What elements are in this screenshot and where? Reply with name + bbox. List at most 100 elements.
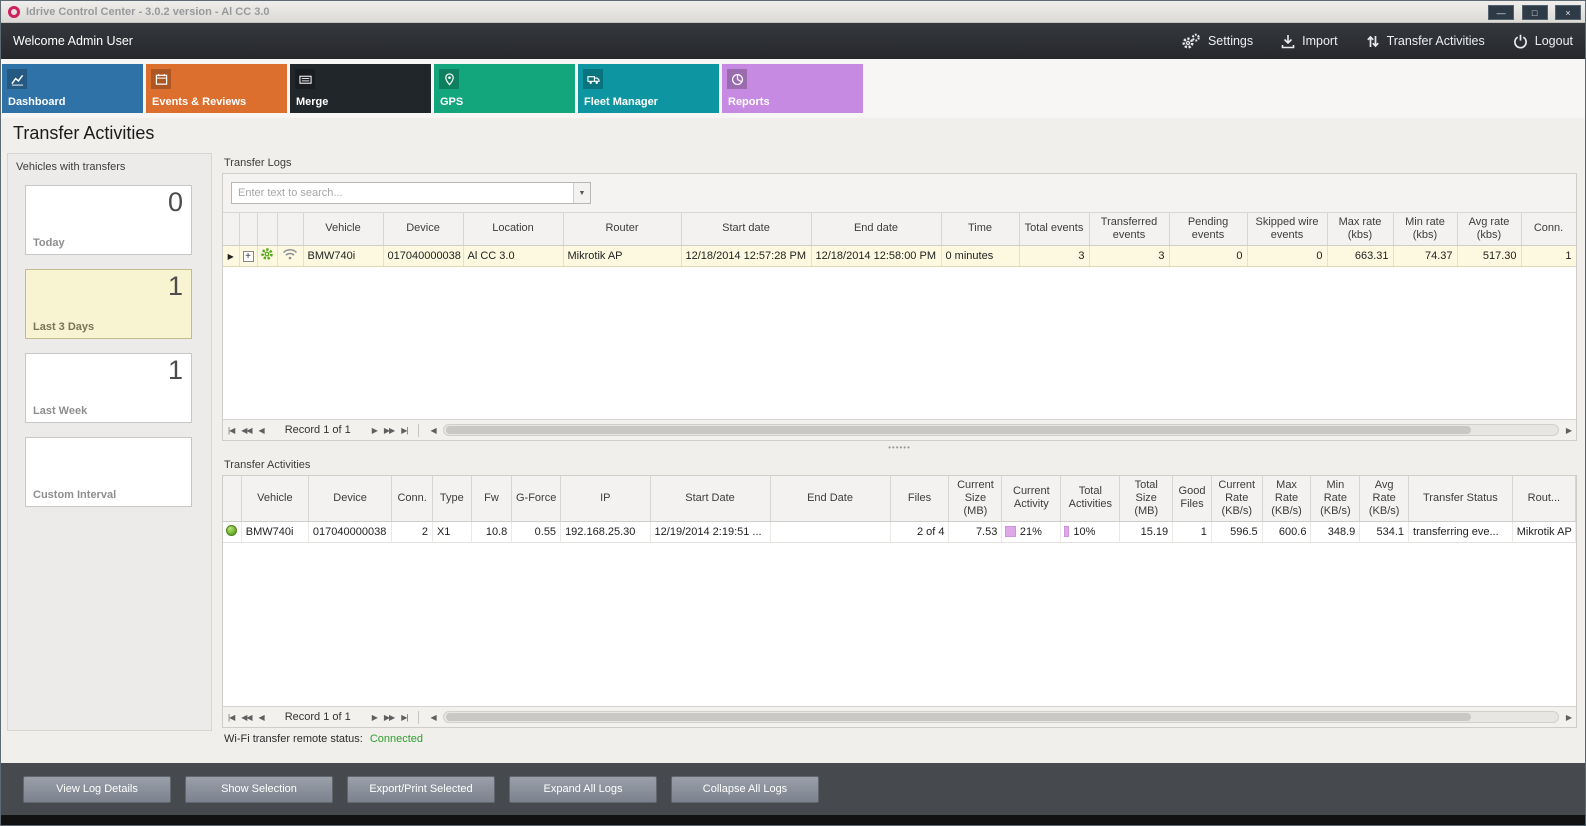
table-cell[interactable]: 600.6 — [1262, 521, 1311, 542]
tab-gps[interactable]: GPS — [434, 64, 575, 113]
scrollbar-thumb[interactable] — [446, 713, 1471, 721]
table-cell[interactable]: 348.9 — [1311, 521, 1360, 542]
horizontal-scrollbar[interactable] — [443, 424, 1559, 436]
table-cell[interactable]: 2 of 4 — [890, 521, 949, 542]
column-header[interactable]: Files — [890, 476, 949, 521]
column-header[interactable] — [223, 476, 241, 521]
table-cell[interactable]: 3 — [1019, 245, 1089, 266]
nav-prev-page-icon[interactable]: ◀◀ — [241, 426, 251, 435]
show-selection-button[interactable]: Show Selection — [185, 776, 333, 803]
collapse-all-logs-button[interactable]: Collapse All Logs — [671, 776, 819, 803]
minimize-button[interactable]: — — [1488, 5, 1514, 20]
column-header[interactable]: Fw — [471, 476, 512, 521]
search-combo[interactable]: ▼ — [231, 182, 591, 204]
maximize-button[interactable]: □ — [1522, 5, 1548, 20]
tab-fleet-manager[interactable]: Fleet Manager — [578, 64, 719, 113]
column-header[interactable]: Good Files — [1173, 476, 1212, 521]
table-cell[interactable]: 0.55 — [512, 521, 561, 542]
table-cell[interactable]: 10% — [1061, 521, 1120, 542]
table-cell[interactable]: 1 — [1173, 521, 1212, 542]
table-cell[interactable]: 192.168.25.30 — [561, 521, 650, 542]
column-header[interactable]: Current Size (MB) — [949, 476, 1002, 521]
column-header[interactable]: End Date — [770, 476, 890, 521]
scrollbar-thumb[interactable] — [446, 426, 1471, 434]
table-cell[interactable]: 0 — [1247, 245, 1327, 266]
import-button[interactable]: Import — [1281, 34, 1337, 49]
scroll-right-icon[interactable]: ▶ — [1566, 426, 1571, 435]
column-header[interactable]: Time — [941, 213, 1019, 245]
nav-next-page-icon[interactable]: ▶▶ — [384, 426, 394, 435]
tab-events-reviews[interactable]: Events & Reviews — [146, 64, 287, 113]
card-custom-interval[interactable]: Custom Interval — [25, 437, 192, 507]
table-cell[interactable]: 0 minutes — [941, 245, 1019, 266]
search-input[interactable] — [232, 183, 573, 203]
column-header[interactable]: Location — [463, 213, 563, 245]
table-cell[interactable]: 663.31 — [1327, 245, 1393, 266]
tab-merge[interactable]: Merge — [290, 64, 431, 113]
column-header[interactable]: Avg rate (kbs) — [1457, 213, 1521, 245]
column-header[interactable]: Pending events — [1169, 213, 1247, 245]
column-header[interactable]: Device — [308, 476, 391, 521]
table-cell[interactable]: transferring eve... — [1409, 521, 1513, 542]
table-cell[interactable] — [770, 521, 890, 542]
table-cell[interactable]: 517.30 — [1457, 245, 1521, 266]
table-row[interactable]: BMW740i0170400000382X110.80.55192.168.25… — [223, 521, 1576, 542]
expand-plus-icon[interactable]: + — [243, 251, 254, 262]
column-header[interactable]: Max rate (kbs) — [1327, 213, 1393, 245]
table-cell[interactable]: 0 — [1169, 245, 1247, 266]
column-header[interactable]: Conn. — [392, 476, 433, 521]
column-header[interactable]: Conn. — [1521, 213, 1576, 245]
table-cell[interactable]: 21% — [1002, 521, 1061, 542]
horizontal-scrollbar[interactable] — [443, 711, 1559, 723]
logout-button[interactable]: Logout — [1513, 34, 1573, 49]
table-cell[interactable]: 1 — [1521, 245, 1576, 266]
column-header[interactable]: Avg Rate (KB/s) — [1360, 476, 1409, 521]
card-today[interactable]: 0 Today — [25, 185, 192, 255]
scroll-right-icon[interactable]: ▶ — [1566, 713, 1571, 722]
nav-first-icon[interactable]: |◀ — [228, 426, 234, 435]
table-cell[interactable]: Al CC 3.0 — [463, 245, 563, 266]
column-header[interactable]: Vehicle — [241, 476, 308, 521]
table-cell[interactable]: 017040000038 — [383, 245, 463, 266]
column-header[interactable]: Current Activity — [1002, 476, 1061, 521]
card-last-3-days[interactable]: 1 Last 3 Days — [25, 269, 192, 339]
column-header[interactable]: Type — [432, 476, 471, 521]
table-cell[interactable]: 596.5 — [1211, 521, 1262, 542]
tab-dashboard[interactable]: Dashboard — [2, 64, 143, 113]
panel-splitter[interactable]: •••••• — [220, 441, 1579, 455]
column-header[interactable]: Transferred events — [1089, 213, 1169, 245]
nav-prev-icon[interactable]: ◀ — [259, 713, 264, 722]
table-cell[interactable]: Mikrotik AP — [1512, 521, 1575, 542]
table-cell[interactable]: 12/19/2014 2:19:51 ... — [650, 521, 770, 542]
table-cell[interactable]: BMW740i — [303, 245, 383, 266]
nav-first-icon[interactable]: |◀ — [228, 713, 234, 722]
table-cell[interactable]: 2 — [392, 521, 433, 542]
close-button[interactable]: × — [1555, 5, 1581, 20]
column-header[interactable] — [223, 213, 239, 245]
scroll-left-icon[interactable]: ◀ — [430, 713, 435, 722]
column-header[interactable]: Total events — [1019, 213, 1089, 245]
table-cell[interactable]: 017040000038 — [308, 521, 391, 542]
table-cell[interactable]: 7.53 — [949, 521, 1002, 542]
table-cell[interactable]: + — [239, 245, 257, 266]
table-cell[interactable]: Mikrotik AP — [563, 245, 681, 266]
column-header[interactable]: Start date — [681, 213, 811, 245]
tab-reports[interactable]: Reports — [722, 64, 863, 113]
scroll-left-icon[interactable]: ◀ — [430, 426, 435, 435]
table-cell[interactable] — [277, 245, 303, 266]
view-log-details-button[interactable]: View Log Details — [23, 776, 171, 803]
column-header[interactable] — [277, 213, 303, 245]
table-cell[interactable]: 12/18/2014 12:58:00 PM — [811, 245, 941, 266]
nav-next-icon[interactable]: ▶ — [372, 713, 377, 722]
nav-last-icon[interactable]: ▶| — [401, 713, 407, 722]
column-header[interactable]: Transfer Status — [1409, 476, 1513, 521]
column-header[interactable]: Min rate (kbs) — [1393, 213, 1457, 245]
column-header[interactable] — [239, 213, 257, 245]
column-header[interactable]: Device — [383, 213, 463, 245]
column-header[interactable]: Vehicle — [303, 213, 383, 245]
table-cell[interactable]: ▶ — [223, 245, 239, 266]
column-header[interactable]: Router — [563, 213, 681, 245]
table-cell[interactable]: 10.8 — [471, 521, 512, 542]
card-last-week[interactable]: 1 Last Week — [25, 353, 192, 423]
column-header[interactable]: End date — [811, 213, 941, 245]
